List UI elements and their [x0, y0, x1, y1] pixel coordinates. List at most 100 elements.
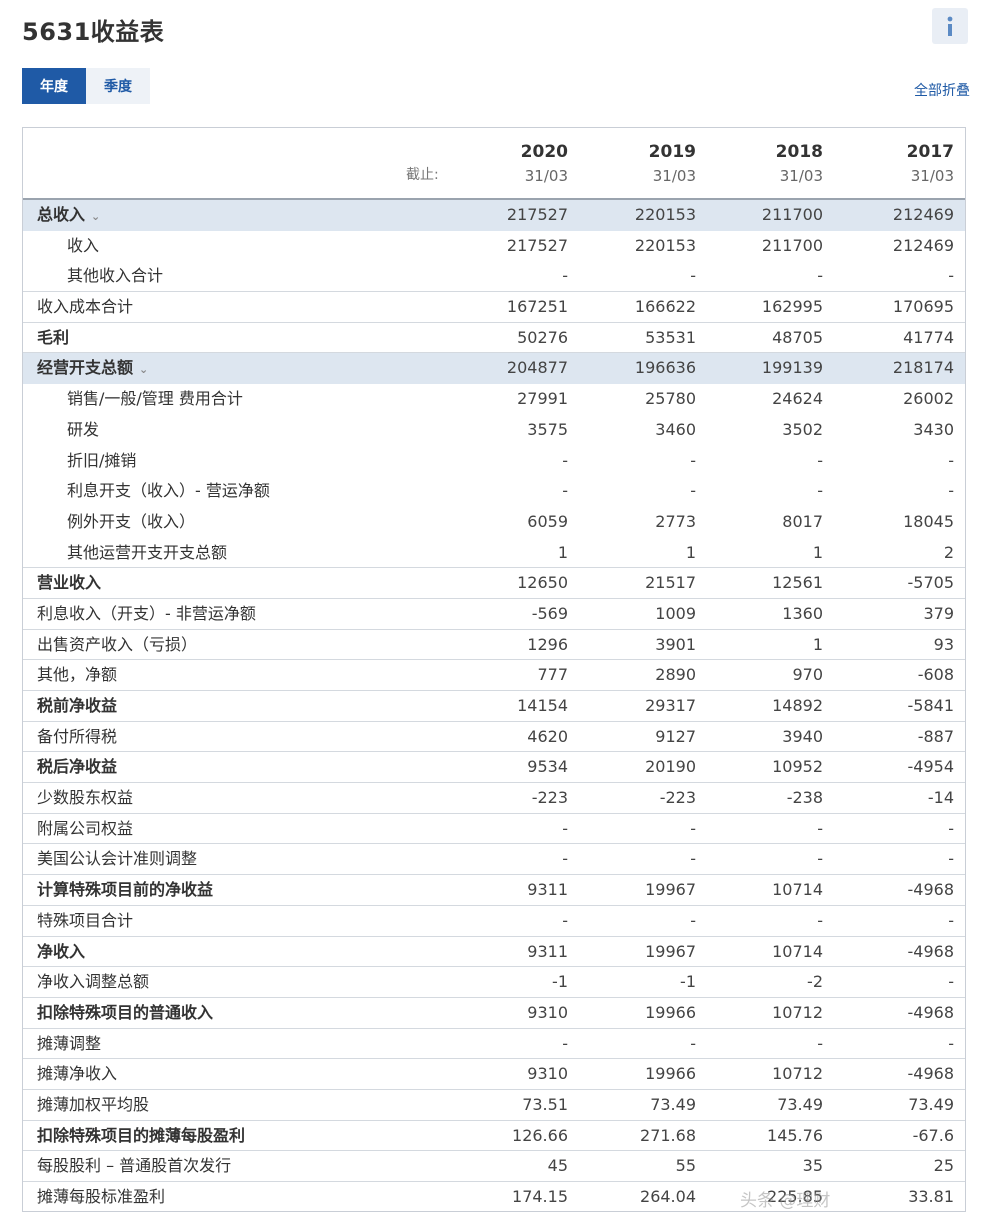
row-label: 研发: [67, 415, 99, 445]
row-value: -: [817, 266, 823, 286]
row-value: 2890: [655, 665, 696, 685]
row-value: -: [948, 481, 954, 501]
row-value: 217527: [506, 205, 568, 224]
row-value: -: [948, 910, 954, 930]
row-label: 净收入: [37, 937, 85, 967]
row-value: 19966: [645, 1002, 696, 1022]
row-label-text: 美国公认会计准则调整: [37, 849, 198, 869]
row-label-text: 收入: [67, 235, 100, 255]
row-value: 35: [802, 1156, 823, 1176]
chevron-down-icon[interactable]: ⌄: [91, 210, 100, 223]
column-year: 2020: [520, 142, 568, 162]
row-value: -67.6: [912, 1125, 954, 1145]
row-label: 其他，净额: [37, 660, 117, 690]
table-row: 美国公认会计准则调整 - - - -: [23, 844, 965, 876]
row-value: -4968: [907, 880, 955, 900]
table-row: 备付所得税 4620 9127 3940 -887: [23, 722, 965, 753]
row-value: -5841: [907, 696, 955, 715]
row-label-text: 扣除特殊项目的摊薄每股盈利: [37, 1125, 246, 1145]
row-value: 14892: [772, 696, 823, 715]
row-value: 271.68: [640, 1125, 696, 1145]
row-value: 220153: [634, 205, 696, 224]
row-value: 12561: [772, 573, 823, 593]
chevron-down-icon[interactable]: ⌄: [139, 363, 148, 376]
row-value: 9127: [655, 726, 696, 746]
row-value: 264.04: [640, 1187, 696, 1206]
column-date: 31/03: [910, 167, 954, 185]
row-value: -: [562, 450, 568, 470]
row-value: -: [690, 910, 696, 930]
tab-annual[interactable]: 年度: [22, 68, 86, 104]
table-row[interactable]: 总收入 ⌄ 217527 220153 211700 212469: [23, 200, 965, 231]
row-value: 4620: [527, 726, 568, 746]
table-row: 其他收入合计 - - - -: [23, 261, 965, 293]
row-label: 税前净收益: [37, 691, 117, 721]
row-value: -1: [680, 972, 696, 992]
row-value: -: [690, 818, 696, 838]
row-label-text: 摊薄加权平均股: [37, 1094, 150, 1114]
table-row: 收入 217527 220153 211700 212469: [23, 231, 965, 262]
row-value: 218174: [892, 358, 954, 378]
row-label: 营业收入: [37, 568, 101, 598]
row-label: 利息开支（收入）- 营运净额: [67, 476, 270, 506]
row-value: 212469: [892, 235, 954, 255]
row-label-text: 税后净收益: [37, 757, 118, 777]
row-value: 167251: [506, 297, 568, 317]
row-label-text: 研发: [67, 419, 100, 439]
info-button[interactable]: [932, 8, 968, 44]
row-value: 73.49: [777, 1094, 823, 1114]
row-value: 3460: [655, 419, 696, 439]
row-value: 777: [537, 665, 568, 685]
row-value: 9310: [527, 1064, 568, 1084]
row-label-text: 其他运营开支开支总额: [67, 542, 228, 562]
row-value: 33.81: [908, 1187, 954, 1206]
table-row: 销售/一般/管理 费用合计 27991 25780 24624 26002: [23, 384, 965, 415]
row-value: -4968: [907, 1064, 955, 1084]
column-date: 31/03: [779, 167, 823, 185]
row-value: 196636: [634, 358, 696, 378]
row-value: -: [690, 1033, 696, 1053]
column-header-2018: 2018 31/03: [703, 128, 823, 185]
row-value: -2: [807, 972, 823, 992]
row-value: 1: [812, 634, 823, 654]
column-header-2020: 2020 31/03: [448, 128, 568, 185]
tab-quarterly[interactable]: 季度: [86, 68, 150, 104]
table-row: 摊薄加权平均股 73.51 73.49 73.49 73.49: [23, 1090, 965, 1121]
row-value: 19966: [645, 1064, 696, 1084]
collapse-all-link[interactable]: 全部折叠: [914, 80, 970, 100]
row-value: -4968: [907, 1002, 955, 1022]
column-year: 2019: [648, 142, 696, 162]
row-value: 24624: [772, 389, 823, 409]
table-row: 税后净收益 9534 20190 10952 -4954: [23, 752, 965, 784]
row-value: -608: [917, 665, 954, 685]
table-row: 扣除特殊项目的摊薄每股盈利 126.66 271.68 145.76 -67.6: [23, 1121, 965, 1152]
row-label-text: 计算特殊项目前的净收益: [37, 880, 214, 900]
row-value: 9534: [527, 757, 568, 777]
row-value: 26002: [903, 389, 954, 409]
row-value: -: [562, 849, 568, 869]
row-label: 扣除特殊项目的普通收入: [37, 998, 213, 1028]
row-value: -: [948, 450, 954, 470]
row-value: 50276: [517, 327, 568, 347]
watermark-text: 头条 @理财: [740, 1191, 831, 1211]
row-value: -: [562, 481, 568, 501]
row-value: -887: [917, 726, 954, 746]
row-value: 8017: [782, 511, 823, 531]
table-row[interactable]: 经营开支总额 ⌄ 204877 196636 199139 218174: [23, 353, 965, 385]
row-value: 2: [943, 542, 954, 562]
row-value: 145.76: [767, 1125, 823, 1145]
row-value: 10712: [772, 1002, 823, 1022]
row-value: -: [948, 849, 954, 869]
table-row: 税前净收益 14154 29317 14892 -5841: [23, 691, 965, 722]
row-value: 174.15: [512, 1187, 568, 1206]
row-label-text: 税前净收益: [37, 696, 118, 715]
row-label-text: 利息开支（收入）- 营运净额: [67, 481, 270, 501]
row-label: 摊薄净收入: [37, 1059, 117, 1089]
row-label-text: 出售资产收入（亏损）: [37, 634, 198, 654]
row-label: 折旧/摊销: [67, 446, 136, 476]
row-value: -238: [786, 788, 823, 808]
row-value: 19967: [645, 880, 696, 900]
row-label-text: 净收入: [37, 941, 86, 961]
row-value: 970: [792, 665, 823, 685]
row-value: -569: [531, 603, 568, 623]
